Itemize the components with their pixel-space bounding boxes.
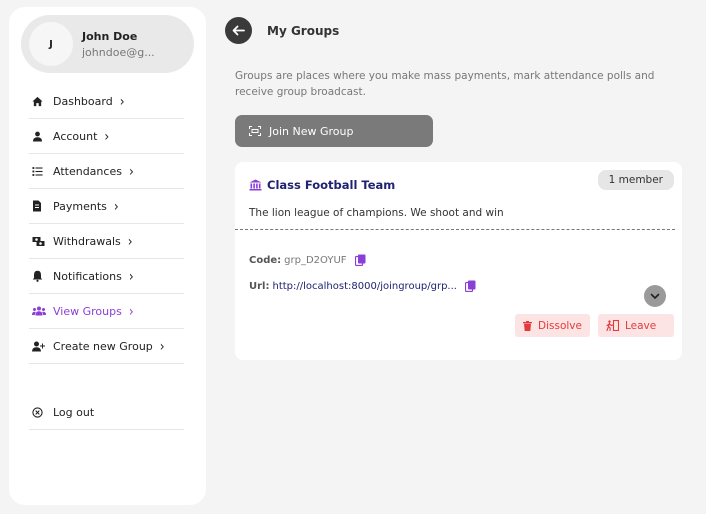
copy-code-icon[interactable] bbox=[354, 254, 366, 266]
page-description: Groups are places where you make mass pa… bbox=[235, 70, 655, 98]
exit-door-icon bbox=[606, 320, 619, 331]
url-label: Url: bbox=[249, 280, 270, 292]
chevron-right-icon: › bbox=[119, 92, 125, 110]
list-icon bbox=[32, 166, 50, 177]
group-card: 1 member Class Football Team The lion le… bbox=[235, 162, 682, 360]
trash-icon bbox=[523, 320, 532, 331]
user-name: John Doe bbox=[82, 29, 138, 43]
copy-url-icon[interactable] bbox=[464, 280, 476, 292]
group-name: Class Football Team bbox=[267, 178, 396, 192]
bell-icon bbox=[32, 270, 50, 282]
sidebar-item-payments[interactable]: Payments › bbox=[29, 189, 184, 224]
page-header: My Groups bbox=[225, 17, 339, 44]
chevron-right-icon: › bbox=[128, 267, 134, 285]
page-title: My Groups bbox=[267, 23, 340, 38]
code-value: grp_D2OYUF bbox=[284, 254, 347, 266]
receipt-icon bbox=[32, 200, 50, 212]
url-value[interactable]: http://localhost:8000/joingroup/grp... bbox=[272, 281, 456, 292]
member-count-badge: 1 member bbox=[597, 170, 674, 190]
group-title[interactable]: Class Football Team bbox=[249, 178, 395, 192]
sidebar: J John Doe johndoe@g... Dashboard › Acco… bbox=[9, 7, 206, 505]
sidebar-item-label: Payments bbox=[53, 199, 107, 213]
leave-button[interactable]: Leave bbox=[598, 314, 674, 337]
expand-button[interactable] bbox=[644, 285, 666, 307]
chevron-right-icon: › bbox=[127, 232, 133, 250]
chevron-right-icon: › bbox=[128, 302, 134, 320]
sidebar-nav: Dashboard › Account › Attendances › Paym… bbox=[29, 84, 184, 430]
sidebar-item-label: View Groups bbox=[53, 304, 122, 318]
code-label: Code: bbox=[249, 254, 282, 266]
sidebar-item-notifications[interactable]: Notifications › bbox=[29, 259, 184, 294]
user-plus-icon bbox=[32, 341, 50, 352]
sidebar-item-label: Account bbox=[53, 129, 98, 143]
back-button[interactable] bbox=[225, 17, 252, 44]
arrow-left-icon bbox=[232, 25, 245, 36]
join-new-group-button[interactable]: Join New Group bbox=[235, 115, 433, 147]
dissolve-button[interactable]: Dissolve bbox=[515, 314, 590, 337]
chevron-right-icon: › bbox=[128, 162, 134, 180]
bank-icon bbox=[249, 179, 262, 191]
group-description: The lion league of champions. We shoot a… bbox=[249, 207, 504, 219]
dissolve-label: Dissolve bbox=[538, 319, 582, 332]
chevron-right-icon: › bbox=[104, 127, 110, 145]
avatar: J bbox=[29, 22, 73, 66]
scan-icon bbox=[249, 126, 261, 136]
close-circle-icon bbox=[32, 406, 50, 418]
sidebar-item-attendances[interactable]: Attendances › bbox=[29, 154, 184, 189]
group-url-row: Url: http://localhost:8000/joingroup/grp… bbox=[249, 280, 476, 292]
users-icon bbox=[32, 306, 50, 316]
divider bbox=[235, 229, 675, 230]
profile-info: John Doe johndoe@g... bbox=[82, 30, 155, 59]
join-new-group-label: Join New Group bbox=[269, 124, 354, 138]
sidebar-item-account[interactable]: Account › bbox=[29, 119, 184, 154]
sidebar-item-label: Attendances bbox=[53, 164, 122, 178]
sidebar-item-label: Dashboard bbox=[53, 94, 113, 108]
sidebar-item-view-groups[interactable]: View Groups › bbox=[29, 294, 184, 329]
money-icon bbox=[32, 236, 50, 247]
sidebar-item-create-new-group[interactable]: Create new Group › bbox=[29, 329, 184, 364]
sidebar-item-label: Withdrawals bbox=[53, 234, 121, 248]
sidebar-item-withdrawals[interactable]: Withdrawals › bbox=[29, 224, 184, 259]
user-icon bbox=[32, 131, 50, 142]
group-code-row: Code: grp_D2OYUF bbox=[249, 254, 366, 266]
chevron-down-icon bbox=[650, 293, 660, 299]
chevron-right-icon: › bbox=[113, 197, 119, 215]
logout-label: Log out bbox=[53, 405, 95, 419]
sidebar-item-label: Notifications bbox=[53, 269, 122, 283]
chevron-right-icon: › bbox=[159, 337, 165, 355]
logout-button[interactable]: Log out bbox=[29, 395, 184, 430]
leave-label: Leave bbox=[625, 319, 657, 332]
sidebar-item-label: Create new Group bbox=[53, 339, 153, 353]
sidebar-item-dashboard[interactable]: Dashboard › bbox=[29, 84, 184, 119]
home-icon bbox=[32, 96, 50, 107]
user-email: johndoe@g... bbox=[82, 45, 155, 59]
profile-card[interactable]: J John Doe johndoe@g... bbox=[21, 15, 194, 73]
